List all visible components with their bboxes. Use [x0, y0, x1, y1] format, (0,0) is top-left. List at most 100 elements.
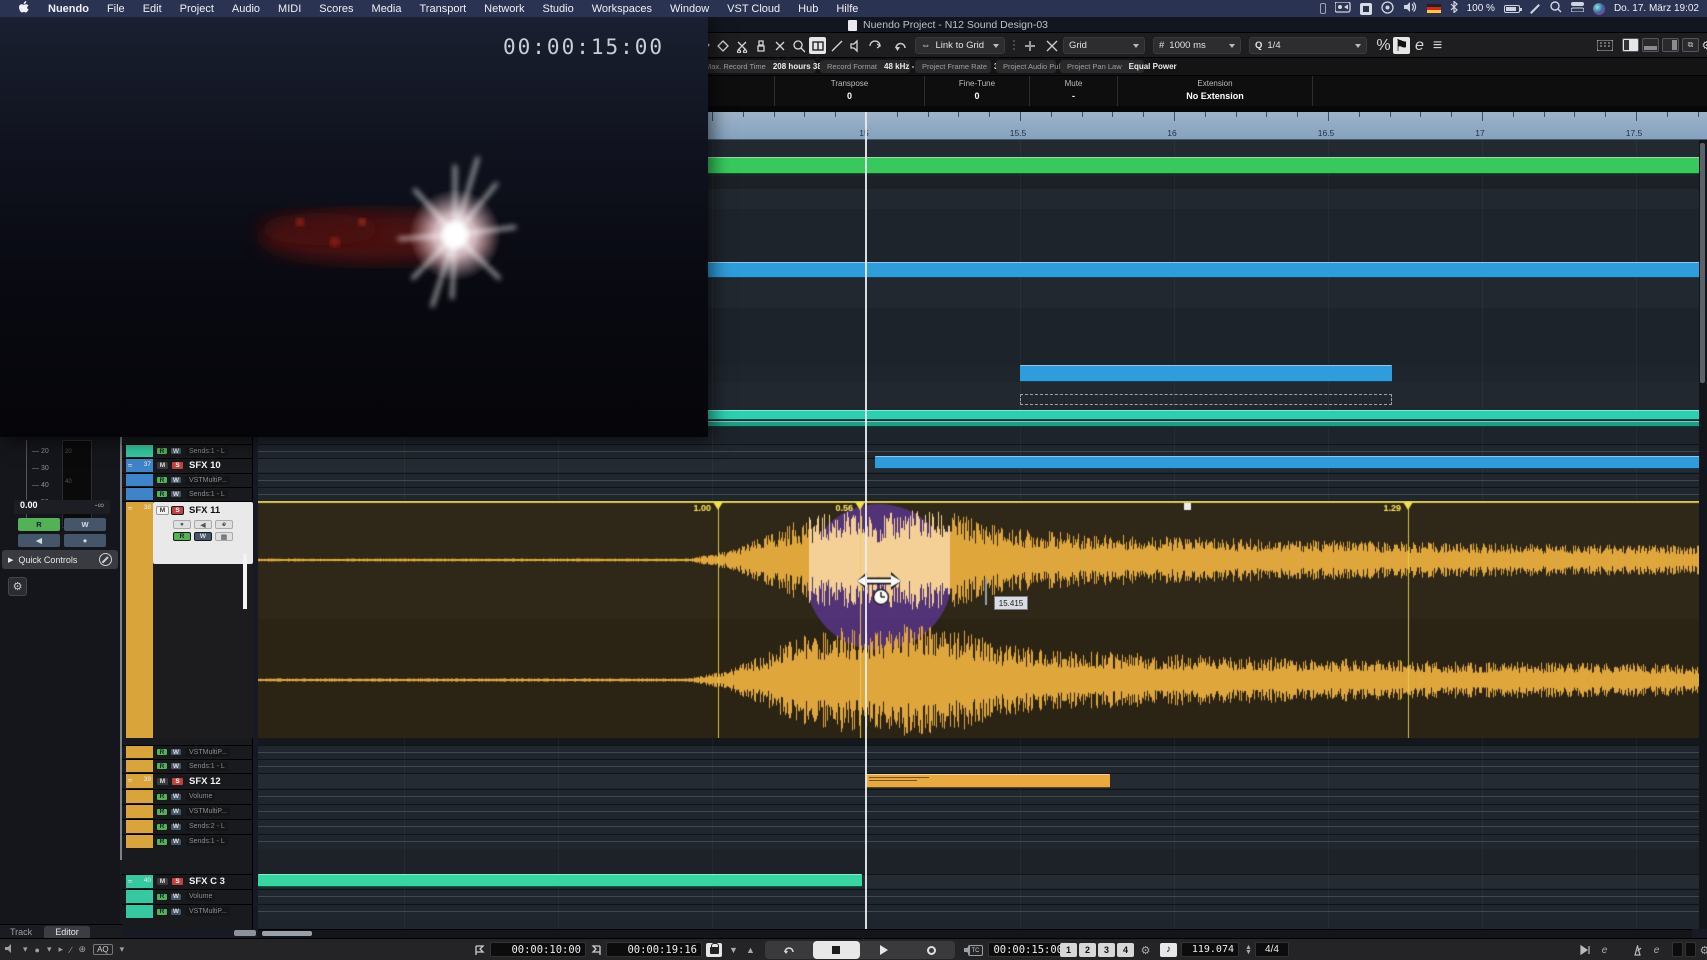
time-signature-field[interactable]: 4/4 — [1255, 942, 1289, 957]
lines-icon[interactable]: ≡ — [1429, 37, 1446, 54]
lane-write-button[interactable]: W — [170, 447, 182, 455]
right-locator-field[interactable]: 00:00:19:16 — [606, 942, 702, 957]
lane-read-button[interactable]: R — [156, 447, 168, 455]
click-level-field[interactable] — [1685, 942, 1696, 957]
lower-zone-toggle[interactable] — [1642, 38, 1659, 52]
track-row-sfx-11[interactable]: ≈38MSSFX 11●◀eRW▤ — [122, 501, 253, 738]
german-keyboard-flag-icon[interactable] — [1427, 4, 1441, 13]
menu-hub[interactable]: Hub — [789, 3, 827, 15]
inspector-monitor-button[interactable]: ◀ — [18, 534, 60, 547]
stop-button[interactable] — [813, 941, 861, 959]
output-speaker-icon[interactable] — [4, 943, 16, 956]
fader-value[interactable]: 0.00 — [20, 500, 38, 514]
video-player-window[interactable]: 00:00:15:00 — [0, 17, 708, 437]
record-button[interactable] — [908, 941, 956, 959]
track-row-sfx-10[interactable]: ≈37MSSFX 10 — [122, 458, 253, 472]
tab-track[interactable]: Track — [10, 927, 32, 937]
audition-tool-icon[interactable] — [847, 37, 864, 54]
timeline-event-orange-event-sfx12[interactable] — [866, 774, 1110, 788]
lane-read-button[interactable]: R — [156, 838, 168, 846]
menu-scores[interactable]: Scores — [310, 3, 362, 15]
edit-channel-button[interactable]: e — [215, 520, 233, 529]
lane-write-button[interactable]: W — [170, 893, 182, 901]
tablet-icon[interactable] — [1320, 3, 1326, 14]
right-zone-toggle[interactable] — [1662, 38, 1679, 52]
horizontal-scrollbar[interactable] — [258, 929, 1692, 938]
metronome-icon[interactable] — [1630, 943, 1645, 957]
menu-transport[interactable]: Transport — [411, 3, 476, 15]
mute-tool-icon[interactable] — [771, 37, 788, 54]
screen-record-icon[interactable] — [1335, 2, 1351, 16]
menu-project[interactable]: Project — [171, 3, 223, 15]
marker-button-3[interactable]: 3 — [1098, 943, 1115, 957]
snap-icon[interactable] — [1021, 37, 1038, 54]
punch-out-icon[interactable]: ▲ — [743, 943, 758, 957]
lane-write-button[interactable]: W — [170, 808, 182, 816]
event-info-extension[interactable]: ExtensionNo Extension — [1118, 76, 1313, 106]
lane-read-button[interactable]: R — [156, 762, 168, 770]
menu-vst-cloud[interactable]: VST Cloud — [718, 3, 789, 15]
onscreen-keyboard-icon[interactable] — [1596, 37, 1613, 54]
lane-read-button[interactable]: R — [156, 908, 168, 916]
automation-lane-row[interactable]: RWSends:1 - L — [122, 834, 253, 848]
grid-type-dropdown[interactable]: Grid — [1063, 37, 1145, 54]
lane-write-button[interactable]: W — [170, 490, 182, 498]
scrub-tool-icon[interactable] — [866, 37, 883, 54]
zoom-tool-icon[interactable] — [790, 37, 807, 54]
lane-write-button[interactable]: W — [170, 476, 182, 484]
globe-icon[interactable]: ⊕ — [79, 944, 87, 955]
solo-button[interactable]: S — [171, 877, 184, 886]
transport-left-icons[interactable]: ▾●▾▸∕⊕AQ▾ — [4, 943, 124, 956]
tempo-track-button[interactable]: ♪ — [1160, 943, 1177, 957]
mute-button[interactable]: M — [156, 506, 169, 515]
volume-icon[interactable] — [1403, 1, 1418, 16]
solo-button[interactable]: S — [171, 461, 184, 470]
left-zone-toggle[interactable] — [1622, 38, 1639, 52]
timeline-event-blue-event-sfx10[interactable] — [875, 456, 1707, 469]
line-tool-icon[interactable] — [828, 37, 845, 54]
solo-button[interactable]: S — [171, 777, 184, 786]
timecode-format-icon[interactable]: TC — [968, 945, 983, 956]
inspector-gear-button[interactable]: ⚙ — [8, 577, 27, 596]
tempo-stepper[interactable]: ▲▼ — [1241, 943, 1256, 957]
monitor-button[interactable]: ◀ — [194, 520, 212, 529]
automation-lane-row[interactable]: RWVSTMultiP... — [122, 904, 253, 918]
comp-tool-icon[interactable] — [809, 37, 826, 54]
control-center-icon[interactable] — [1571, 2, 1584, 15]
flag-tool-icon[interactable]: ⚑ — [1393, 37, 1410, 54]
write-button[interactable]: W — [194, 532, 212, 541]
window-layout-button[interactable]: ⧉ — [1682, 38, 1699, 52]
right-locator-flag-icon[interactable] — [589, 943, 604, 957]
lane-read-button[interactable]: R — [156, 823, 168, 831]
sync-icon[interactable] — [1578, 943, 1593, 957]
toolbar-setup-gear-icon[interactable]: ⚙ — [1698, 37, 1707, 54]
vertical-scrollbar-thumb[interactable] — [1700, 143, 1705, 383]
channel-fader[interactable]: — 20— 30— 40— 502040 — [18, 440, 110, 530]
punch-in-icon[interactable]: ▼ — [726, 943, 741, 957]
record-status-icon[interactable] — [1381, 1, 1394, 17]
lane-write-button[interactable]: W — [170, 823, 182, 831]
count-in-field[interactable] — [1672, 942, 1683, 957]
marker-button-2[interactable]: 2 — [1079, 943, 1096, 957]
menu-network[interactable]: Network — [475, 3, 533, 15]
caret-2[interactable]: ▾ — [47, 944, 52, 955]
inspector-record-button[interactable]: ● — [64, 534, 106, 547]
lane-write-button[interactable]: W — [170, 908, 182, 916]
lane-read-button[interactable]: R — [156, 893, 168, 901]
link-to-grid-dropdown[interactable]: ⇔Link to Grid — [915, 37, 1005, 54]
eraser-tool-icon[interactable] — [714, 37, 731, 54]
track-row-sfx-12[interactable]: ≈39MSSFX 12 — [122, 773, 253, 788]
event-info-mute[interactable]: Mute- — [1030, 76, 1118, 106]
automation-lane-row[interactable]: RWVSTMultiP... — [122, 745, 253, 758]
track-row-sfx-c-3[interactable]: ≈40MSSFX C 3 — [122, 874, 253, 888]
monitor-dot-icon[interactable]: ● — [35, 945, 40, 955]
timeline-event-teal-event-sfxc3[interactable] — [258, 874, 862, 887]
marker-button-4[interactable]: 4 — [1117, 943, 1134, 957]
quantize-panel-icon[interactable]: e — [1411, 37, 1428, 54]
apple-menu-icon[interactable] — [10, 1, 39, 17]
automation-lane-row[interactable]: RWSends:1 - L — [122, 759, 253, 772]
menu-clock[interactable]: Do. 17. März 19:02 — [1614, 3, 1699, 14]
metronome-edit-button[interactable]: e — [1649, 943, 1664, 957]
quick-controls-header[interactable]: ▶Quick Controls — [2, 550, 118, 569]
mute-button[interactable]: M — [156, 461, 169, 470]
